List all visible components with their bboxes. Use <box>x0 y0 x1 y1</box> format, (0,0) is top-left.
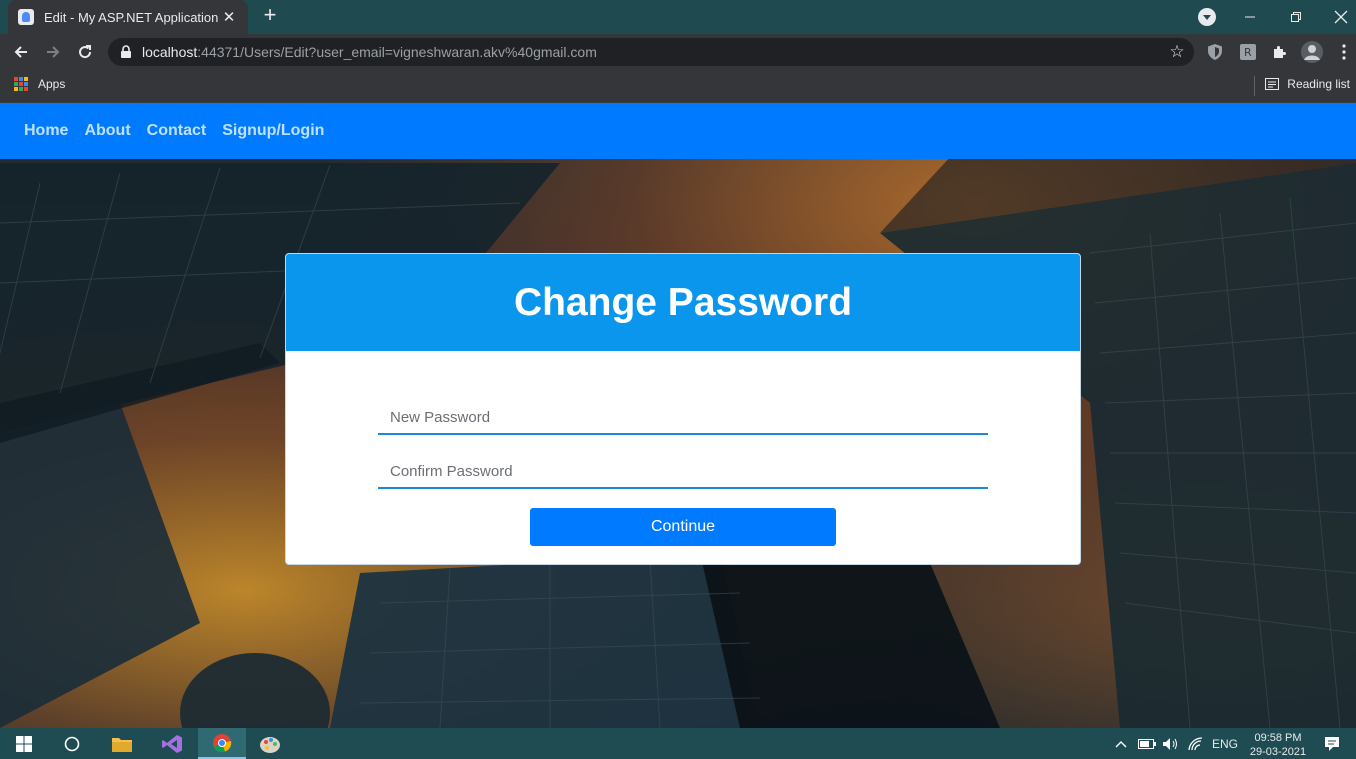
cortana-search-button[interactable] <box>48 728 96 759</box>
visual-studio-button[interactable] <box>148 728 196 759</box>
start-button[interactable] <box>0 728 48 759</box>
nav-link-signup-login[interactable]: Signup/Login <box>222 122 324 140</box>
profile-avatar-icon[interactable] <box>1301 41 1323 63</box>
forward-button[interactable] <box>40 39 66 65</box>
reading-list-icon <box>1265 78 1280 90</box>
clock-time: 09:58 PM <box>1254 732 1302 744</box>
confirm-password-input[interactable] <box>378 455 988 489</box>
shield-extension-icon[interactable] <box>1205 42 1225 62</box>
volume-button[interactable] <box>1162 728 1180 759</box>
url-path: :44371/Users/Edit?user_email=vigneshwara… <box>197 44 597 60</box>
close-window-button[interactable] <box>1318 0 1356 34</box>
extensions-puzzle-icon[interactable] <box>1270 42 1290 62</box>
close-tab-icon[interactable]: ✕ <box>220 8 238 26</box>
continue-button[interactable]: Continue <box>530 508 836 546</box>
site-favicon-icon <box>18 9 34 25</box>
close-icon <box>1334 10 1348 24</box>
paint-palette-icon <box>260 736 280 753</box>
windows-taskbar: ENG 09:58 PM 29-03-2021 <box>0 728 1356 759</box>
folder-icon <box>112 737 132 752</box>
address-bar[interactable]: localhost:44371/Users/Edit?user_email=vi… <box>108 38 1194 66</box>
nav-link-home[interactable]: Home <box>24 122 68 140</box>
reload-button[interactable] <box>72 39 98 65</box>
site-navbar: Home About Contact Signup/Login <box>0 103 1356 159</box>
translate-extension-icon[interactable]: R <box>1238 42 1258 62</box>
browser-tabstrip: Edit - My ASP.NET Application ✕ + <box>0 0 1356 34</box>
chrome-taskbar-button[interactable] <box>198 728 246 759</box>
restore-button[interactable] <box>1273 0 1319 34</box>
paint-button[interactable] <box>246 728 294 759</box>
reading-list-button[interactable]: Reading list <box>1265 77 1350 91</box>
browser-toolbar: localhost:44371/Users/Edit?user_email=vi… <box>0 34 1356 70</box>
apps-grid-icon <box>14 77 28 91</box>
windows-logo-icon <box>16 735 32 752</box>
file-explorer-button[interactable] <box>98 728 146 759</box>
arrow-left-icon <box>14 46 27 58</box>
language-indicator[interactable]: ENG <box>1212 728 1238 759</box>
minimize-icon <box>1245 16 1255 18</box>
bookmarks-divider <box>1254 76 1255 96</box>
card-header: Change Password <box>286 254 1080 351</box>
network-button[interactable] <box>1188 728 1204 759</box>
reload-icon <box>79 45 92 59</box>
taskbar-clock[interactable]: 09:58 PM 29-03-2021 <box>1246 731 1310 759</box>
new-tab-button[interactable]: + <box>258 4 282 28</box>
apps-shortcut[interactable]: Apps <box>14 77 65 91</box>
chevron-up-icon <box>1115 740 1127 747</box>
new-password-input[interactable] <box>378 401 988 435</box>
apps-label: Apps <box>38 77 66 91</box>
battery-status[interactable] <box>1138 728 1156 759</box>
tab-title: Edit - My ASP.NET Application <box>44 9 219 25</box>
lock-icon[interactable] <box>118 44 134 60</box>
visual-studio-icon <box>162 734 182 753</box>
clock-date: 29-03-2021 <box>1249 746 1307 758</box>
tray-overflow-button[interactable] <box>1114 728 1128 759</box>
back-button[interactable] <box>8 39 34 65</box>
tab-search-icon[interactable] <box>1198 8 1216 26</box>
change-password-card: Change Password Continue <box>285 253 1081 565</box>
chrome-icon <box>213 733 232 752</box>
page-viewport: Home About Contact Signup/Login Change P… <box>0 103 1356 728</box>
reading-list-label: Reading list <box>1287 77 1350 91</box>
minimize-button[interactable] <box>1227 0 1273 34</box>
nav-link-about[interactable]: About <box>84 122 130 140</box>
nav-link-contact[interactable]: Contact <box>147 122 207 140</box>
speaker-icon <box>1163 737 1177 750</box>
bookmark-star-icon[interactable]: ☆ <box>1168 43 1186 61</box>
url-host: localhost <box>142 44 198 60</box>
bookmarks-bar: Apps Reading list <box>0 70 1356 103</box>
circle-search-icon <box>64 736 80 751</box>
browser-menu-icon[interactable] <box>1334 42 1354 62</box>
action-center-button[interactable] <box>1324 728 1340 759</box>
wifi-icon <box>1188 736 1203 750</box>
svg-text:R: R <box>1244 46 1252 59</box>
arrow-right-icon <box>47 46 60 58</box>
notification-icon <box>1325 736 1339 751</box>
restore-icon <box>1291 12 1301 22</box>
battery-icon <box>1138 738 1156 749</box>
browser-tab[interactable]: Edit - My ASP.NET Application ✕ <box>8 0 248 34</box>
page-title: Change Password <box>513 280 853 324</box>
